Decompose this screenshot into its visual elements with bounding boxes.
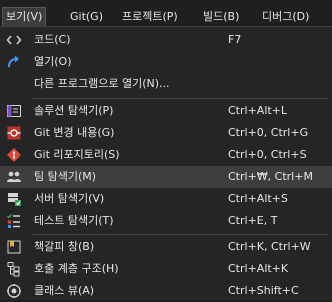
menu-build[interactable]: 빌드(B) <box>203 8 239 26</box>
menu-project[interactable]: 프로젝트(P) <box>122 8 178 26</box>
solution-explorer-icon <box>6 103 22 119</box>
call-hierarchy-icon <box>6 261 22 277</box>
test-explorer-icon <box>6 213 22 229</box>
menu-item-bookmark-window[interactable]: 책갈피 창(B) Ctrl+K, Ctrl+W <box>0 236 332 258</box>
menu-item-label: 서버 탐색기(V) <box>34 192 105 205</box>
menu-item-label: 코드(C) <box>34 33 71 46</box>
menu-item-shortcut: Ctrl+Alt+L <box>228 104 288 117</box>
menu-separator <box>32 234 328 235</box>
server-explorer-icon <box>6 191 22 207</box>
bookmark-window-icon <box>6 239 22 255</box>
menu-item-git-repository[interactable]: Git 리포지토리(S) Ctrl+0, Ctrl+S <box>0 144 332 166</box>
menu-item-server-explorer[interactable]: 서버 탐색기(V) Ctrl+Alt+S <box>0 188 332 210</box>
view-menu-dropdown: 코드(C) F7 열기(O) 다른 프로그램으로 열기(N)... 솔루션 탐색… <box>0 26 332 300</box>
menu-item-label: Git 변경 내용(G) <box>34 126 115 139</box>
menu-item-label: 테스트 탐색기(T) <box>34 214 114 227</box>
menu-item-label: 호출 계층 구조(H) <box>34 262 119 275</box>
menu-item-label: Git 리포지토리(S) <box>34 148 120 161</box>
menu-item-label: 솔루션 탐색기(P) <box>34 104 114 117</box>
menu-separator <box>32 98 328 99</box>
menu-item-call-hierarchy[interactable]: 호출 계층 구조(H) Ctrl+Alt+K <box>0 258 332 280</box>
menu-item-open-with[interactable]: 다른 프로그램으로 열기(N)... <box>0 73 332 95</box>
menu-item-label: 팀 탐색기(M) <box>34 170 97 183</box>
git-repository-icon <box>6 147 22 163</box>
menu-item-label: 열기(O) <box>34 55 72 68</box>
menu-item-shortcut: F7 <box>228 33 242 46</box>
menu-item-team-explorer[interactable]: 팀 탐색기(M) Ctrl+₩, Ctrl+M <box>0 166 332 188</box>
team-explorer-icon <box>6 169 22 185</box>
menu-item-shortcut: Ctrl+0, Ctrl+G <box>228 126 309 139</box>
menu-git[interactable]: Git(G) <box>70 8 103 26</box>
open-arrow-icon <box>6 54 22 70</box>
menu-item-shortcut: Ctrl+Alt+K <box>228 262 289 275</box>
menu-item-shortcut: Ctrl+₩, Ctrl+M <box>228 170 313 183</box>
menu-debug[interactable]: 디버그(D) <box>262 8 309 26</box>
menu-item-shortcut: Ctrl+E, T <box>228 214 278 227</box>
git-changes-icon <box>6 125 22 141</box>
menu-item-test-explorer[interactable]: 테스트 탐색기(T) Ctrl+E, T <box>0 210 332 232</box>
menu-view[interactable]: 보기(V) <box>2 7 47 27</box>
menu-item-shortcut: Ctrl+0, Ctrl+S <box>228 148 307 161</box>
code-icon <box>6 32 22 48</box>
class-view-icon <box>6 283 22 299</box>
menu-item-shortcut: Ctrl+K, Ctrl+W <box>228 240 311 253</box>
menu-item-label: 책갈피 창(B) <box>34 240 95 253</box>
menu-item-code[interactable]: 코드(C) F7 <box>0 29 332 51</box>
menu-item-shortcut: Ctrl+Alt+S <box>228 192 288 205</box>
menu-item-solution-explorer[interactable]: 솔루션 탐색기(P) Ctrl+Alt+L <box>0 100 332 122</box>
menu-item-git-changes[interactable]: Git 변경 내용(G) Ctrl+0, Ctrl+G <box>0 122 332 144</box>
menu-item-open[interactable]: 열기(O) <box>0 51 332 73</box>
menu-item-label: 다른 프로그램으로 열기(N)... <box>34 77 170 90</box>
